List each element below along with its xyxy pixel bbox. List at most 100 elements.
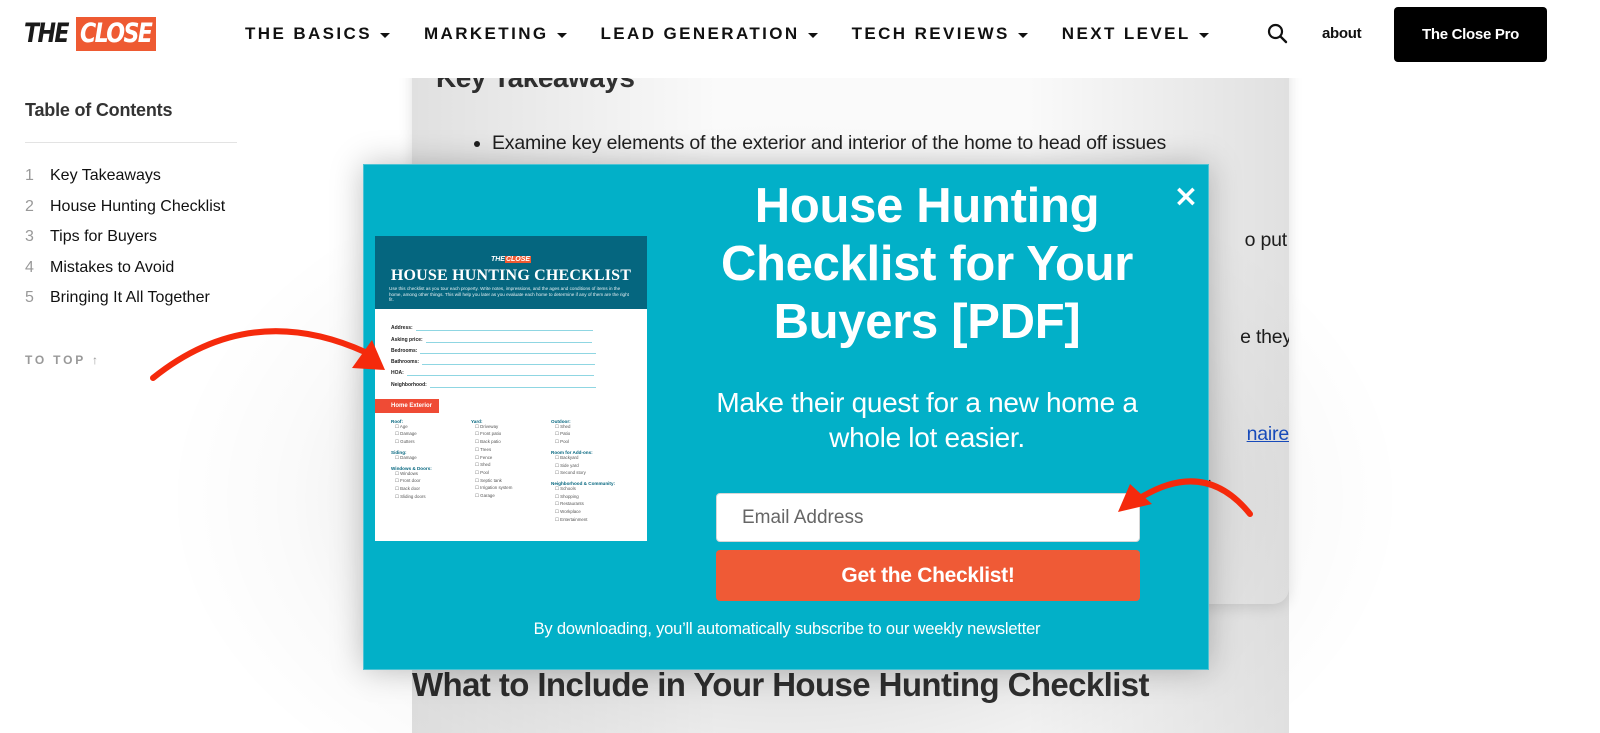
logo-the: THE xyxy=(24,18,69,49)
pdf-field-label: Bathrooms: xyxy=(391,359,420,366)
toc-divider xyxy=(25,142,237,143)
the-close-pro-button[interactable]: The Close Pro xyxy=(1394,7,1547,62)
pdf-field-label: Asking price: xyxy=(391,336,423,343)
pdf-checkbox-item: Shopping xyxy=(551,494,631,502)
search-button[interactable] xyxy=(1266,22,1290,46)
pdf-column: Roof:AgeDamageGuttersSiding:DamageWindow… xyxy=(391,419,471,525)
pdf-checkbox-item: Entertainment xyxy=(551,517,631,525)
toc-item-house-hunting-checklist[interactable]: 2 House Hunting Checklist xyxy=(25,198,237,229)
toc-label: Key Takeaways xyxy=(50,167,161,184)
to-top-link[interactable]: TO TOP ↑ xyxy=(25,353,237,367)
pdf-columns: Roof:AgeDamageGuttersSiding:DamageWindow… xyxy=(375,413,647,525)
pdf-field-line xyxy=(420,349,596,354)
pdf-checkbox-item: Back door xyxy=(391,486,471,494)
toc-label: Bringing It All Together xyxy=(50,289,210,306)
pdf-field-label: Neighborhood: xyxy=(391,381,427,388)
nav-the-basics[interactable]: THE BASICS xyxy=(245,22,390,46)
toc-item-tips-for-buyers[interactable]: 3 Tips for Buyers xyxy=(25,228,237,259)
pdf-field: Address: xyxy=(391,320,647,332)
nav-lead-generation[interactable]: LEAD GENERATION xyxy=(601,22,818,46)
pdf-field-line xyxy=(415,326,594,332)
pdf-checkbox-item: Patio xyxy=(551,431,631,439)
pdf-title: HOUSE HUNTING CHECKLIST xyxy=(390,267,632,284)
pdf-field: Bedrooms: xyxy=(391,343,647,354)
pdf-checkbox-item: Damage xyxy=(391,455,471,463)
nav-label: THE BASICS xyxy=(245,24,372,43)
pdf-field-line xyxy=(429,383,596,388)
nav-marketing[interactable]: MARKETING xyxy=(424,22,567,46)
nav-label: NEXT LEVEL xyxy=(1061,24,1191,43)
pdf-field: Neighborhood: xyxy=(391,376,647,388)
close-modal-button[interactable]: × xyxy=(1172,182,1200,212)
caret-down-icon xyxy=(1017,32,1028,38)
close-icon: × xyxy=(1173,179,1199,214)
pdf-checkbox-item: Damage xyxy=(391,431,471,439)
pdf-checkbox-item: Restaurants xyxy=(551,501,631,509)
pdf-description: Use this checklist as you tour each prop… xyxy=(389,286,629,303)
pdf-field-label: Bedrooms: xyxy=(391,347,418,354)
toc-number: 5 xyxy=(25,289,34,306)
pdf-checkbox-item: Schools xyxy=(551,486,631,494)
toc-item-bringing-it-all-together[interactable]: 5 Bringing It All Together xyxy=(25,289,237,320)
get-checklist-button[interactable]: Get the Checklist! xyxy=(716,550,1140,601)
caret-down-icon xyxy=(807,32,818,38)
pdf-field-label: HOA: xyxy=(391,370,404,377)
toc-list: 1 Key Takeaways 2 House Hunting Checklist … xyxy=(25,167,237,320)
toc-label: House Hunting Checklist xyxy=(50,197,226,215)
pdf-field-line xyxy=(406,371,594,377)
pdf-checkbox-item: Shed xyxy=(551,424,631,432)
toc-label: Mistakes to Avoid xyxy=(50,258,175,276)
nav-next-level[interactable]: NEXT LEVEL xyxy=(1062,22,1209,46)
pdf-checkbox-item: Side yard xyxy=(551,463,631,471)
toc-item-key-takeaways[interactable]: 1 Key Takeaways xyxy=(25,167,237,198)
caret-down-icon xyxy=(379,32,390,38)
pdf-field: HOA: xyxy=(391,365,647,377)
nav-label: MARKETING xyxy=(423,24,549,43)
pdf-checkbox-item: Backyard xyxy=(551,455,631,463)
modal-subtitle: Make their quest for a new home a whole … xyxy=(716,387,1138,453)
newsletter-disclaimer: By downloading, you’ll automatically sub… xyxy=(533,620,1041,638)
toc-title: Table of Contents xyxy=(25,100,173,120)
checklist-pdf-preview: THE CLOSE HOUSE HUNTING CHECKLIST Use thi… xyxy=(375,236,647,541)
pdf-column: Outdoor:ShedPatioPoolRoom for Add-ons:Ba… xyxy=(551,419,631,525)
pdf-checkbox-item: Sliding doors xyxy=(391,494,471,502)
pdf-field: Bathrooms: xyxy=(391,354,647,366)
site-logo[interactable]: THE CLOSE xyxy=(24,17,156,51)
pdf-checkbox-item: Garage xyxy=(471,493,551,501)
pdf-checkbox-item: Back patio xyxy=(471,439,551,447)
about-link[interactable]: about xyxy=(1322,25,1362,42)
nav-tech-reviews[interactable]: TECH REVIEWS xyxy=(852,22,1028,46)
nav-label: TECH REVIEWS xyxy=(851,24,1010,43)
pdf-logo: THE CLOSE xyxy=(490,256,532,263)
toc-number: 4 xyxy=(25,258,34,276)
nav-label: LEAD GENERATION xyxy=(600,24,800,43)
toc-item-mistakes-to-avoid[interactable]: 4 Mistakes to Avoid xyxy=(25,259,237,290)
pdf-checkbox-item: Shed xyxy=(471,462,551,470)
caret-down-icon xyxy=(1198,32,1209,38)
pdf-header: THE CLOSE HOUSE HUNTING CHECKLIST Use thi… xyxy=(375,236,647,309)
pdf-checkbox-item: Front door xyxy=(391,478,471,486)
site-header: THE CLOSE THE BASICS MARKETING LEAD GENE… xyxy=(0,0,1600,78)
email-input[interactable] xyxy=(716,493,1140,542)
pdf-checkbox-item: Trees xyxy=(471,447,551,455)
toc-number: 2 xyxy=(25,197,34,215)
logo-close: CLOSE xyxy=(76,17,156,51)
pdf-fields: Address: Asking price: Bedrooms: Bathrooms:… xyxy=(375,309,647,388)
pdf-field: Asking price: xyxy=(391,331,647,343)
caret-down-icon xyxy=(556,32,567,38)
pdf-checkbox-item: Workplace xyxy=(551,509,631,517)
pdf-field-line xyxy=(425,338,592,343)
pdf-checkbox-item: Septic tank xyxy=(471,478,551,486)
pdf-checkbox-item: Driveway xyxy=(471,424,551,432)
pdf-checkbox-item: Front patio xyxy=(471,431,551,439)
pdf-checkbox-item: Age xyxy=(391,424,471,432)
pdf-column: Yard:DrivewayFront patioBack patioTreesF… xyxy=(471,419,551,525)
pdf-checkbox-item: Gutters xyxy=(391,439,471,447)
pdf-section-label: Home Exterior xyxy=(375,398,439,413)
pdf-checkbox-item: Windows xyxy=(391,471,471,479)
pdf-checkbox-item: Irrigation system xyxy=(471,485,551,493)
pdf-checkbox-item: Pool xyxy=(471,470,551,478)
questionnaire-link[interactable]: naire xyxy=(1247,423,1289,445)
modal-title: House Hunting Checklist for Your Buyers … xyxy=(720,179,1134,349)
pdf-checkbox-item: Second story xyxy=(551,470,631,478)
